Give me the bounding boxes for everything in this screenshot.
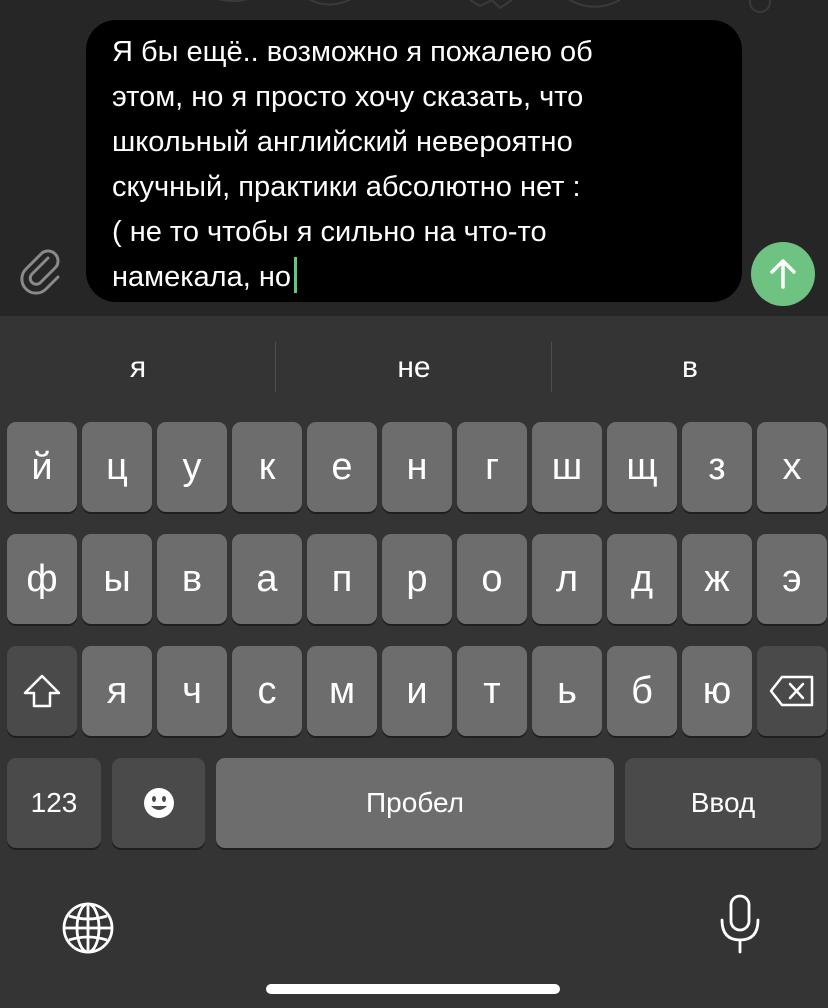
key[interactable]: э: [757, 534, 827, 624]
key[interactable]: а: [232, 534, 302, 624]
suggestion-bar: я не в: [0, 316, 828, 420]
message-compose-area: Я бы ещё.. возможно я пожалею об этом, н…: [0, 0, 828, 316]
key[interactable]: н: [382, 422, 452, 512]
microphone-icon[interactable]: [714, 892, 766, 956]
return-key[interactable]: Ввод: [625, 758, 821, 848]
key[interactable]: е: [307, 422, 377, 512]
space-key[interactable]: Пробел: [216, 758, 614, 848]
key[interactable]: и: [382, 646, 452, 736]
arrow-up-icon: [770, 259, 796, 289]
key[interactable]: з: [682, 422, 752, 512]
key[interactable]: я: [82, 646, 152, 736]
key[interactable]: х: [757, 422, 827, 512]
key[interactable]: к: [232, 422, 302, 512]
send-button[interactable]: [751, 242, 815, 306]
key[interactable]: п: [307, 534, 377, 624]
globe-icon[interactable]: [60, 900, 116, 956]
key[interactable]: р: [382, 534, 452, 624]
shift-icon: [23, 674, 61, 708]
key[interactable]: ж: [682, 534, 752, 624]
key[interactable]: ю: [682, 646, 752, 736]
key[interactable]: м: [307, 646, 377, 736]
backspace-icon: [769, 675, 814, 707]
numbers-key[interactable]: 123: [7, 758, 101, 848]
home-indicator[interactable]: [266, 984, 560, 994]
key[interactable]: о: [457, 534, 527, 624]
delete-key[interactable]: [757, 646, 827, 736]
suggestion-item[interactable]: я: [0, 316, 276, 420]
message-input-text: Я бы ещё.. возможно я пожалею об этом, н…: [112, 36, 593, 293]
key[interactable]: ь: [532, 646, 602, 736]
key[interactable]: б: [607, 646, 677, 736]
key[interactable]: щ: [607, 422, 677, 512]
key[interactable]: у: [157, 422, 227, 512]
emoji-key[interactable]: [112, 758, 205, 848]
shift-key[interactable]: [7, 646, 77, 736]
key[interactable]: ш: [532, 422, 602, 512]
suggestion-item[interactable]: в: [552, 316, 828, 420]
suggestion-item[interactable]: не: [276, 316, 552, 420]
key[interactable]: ы: [82, 534, 152, 624]
key[interactable]: с: [232, 646, 302, 736]
key[interactable]: й: [7, 422, 77, 512]
key[interactable]: т: [457, 646, 527, 736]
text-caret: [293, 257, 297, 293]
key[interactable]: ч: [157, 646, 227, 736]
key[interactable]: л: [532, 534, 602, 624]
key[interactable]: в: [157, 534, 227, 624]
paperclip-icon[interactable]: [18, 244, 66, 296]
message-input[interactable]: Я бы ещё.. возможно я пожалею об этом, н…: [86, 20, 742, 302]
key[interactable]: г: [457, 422, 527, 512]
key[interactable]: ф: [7, 534, 77, 624]
key[interactable]: ц: [82, 422, 152, 512]
emoji-icon: [143, 788, 174, 818]
key[interactable]: д: [607, 534, 677, 624]
